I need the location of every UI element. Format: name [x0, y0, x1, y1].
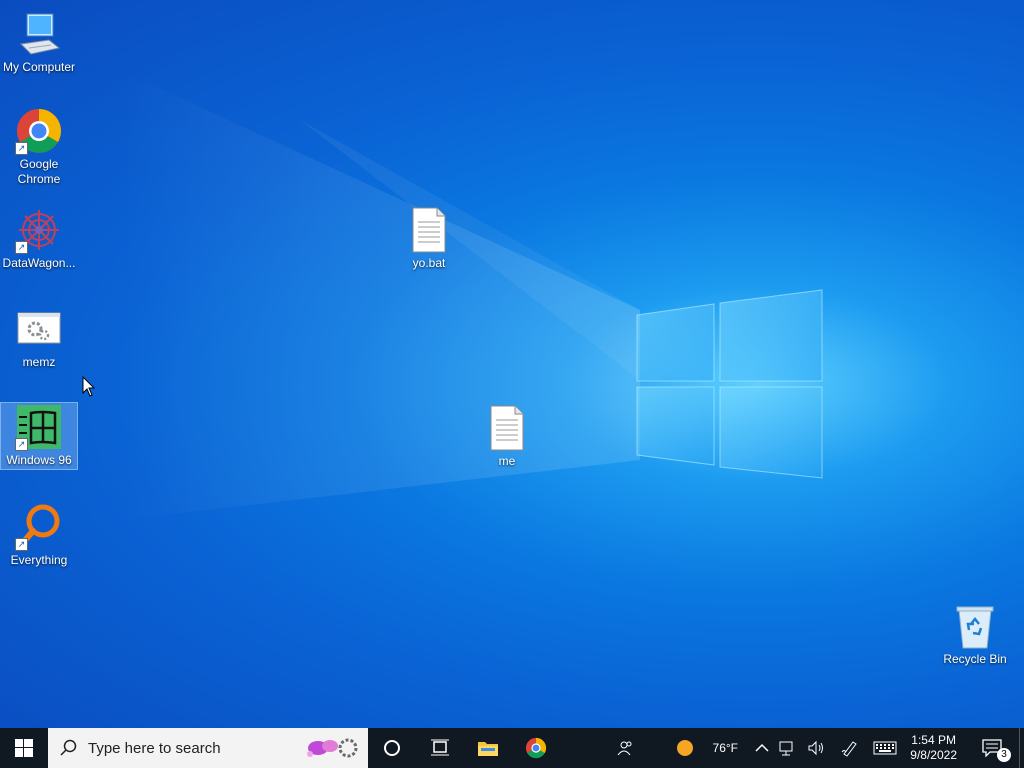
windows-start-icon	[15, 739, 33, 757]
mouse-cursor-icon	[82, 376, 96, 397]
desktop-icon-recycle-bin[interactable]: Recycle Bin	[937, 602, 1013, 667]
notification-count-badge: 3	[997, 748, 1011, 762]
volume-icon	[808, 740, 824, 756]
wallpaper-windows-logo	[120, 70, 823, 520]
desktop-icon-google-chrome[interactable]: ↗ Google Chrome	[1, 107, 77, 187]
search-placeholder: Type here to search	[88, 739, 221, 757]
desktop-icon-label: me	[498, 454, 516, 468]
desktop-icon-label: memz	[22, 355, 56, 369]
show-desktop-button[interactable]	[1019, 728, 1024, 768]
task-view-icon	[431, 739, 449, 756]
chrome-icon: ↗	[15, 107, 63, 155]
cortana-icon	[384, 740, 400, 756]
weather-button[interactable]	[670, 728, 700, 768]
search-highlight-icon	[307, 738, 358, 758]
desktop-icon-label: My Computer	[2, 60, 76, 74]
computer-icon	[15, 10, 63, 58]
touch-keyboard-button[interactable]	[868, 728, 902, 768]
shortcut-arrow-icon: ↗	[15, 241, 28, 254]
chrome-icon	[525, 737, 547, 759]
network-icon	[779, 741, 793, 756]
desktop-icon-label: Windows 96	[6, 453, 72, 467]
desktop-icon-label: Everything	[10, 553, 68, 567]
datawagon-icon: ↗	[15, 206, 63, 254]
sun-icon	[677, 740, 694, 756]
desktop-icon-memz[interactable]: memz	[1, 305, 77, 370]
desktop-icon-me[interactable]: me	[469, 404, 545, 469]
volume-button[interactable]	[802, 728, 830, 768]
desktop-icon-datawagon[interactable]: ↗ DataWagon...	[1, 206, 77, 271]
action-center-button[interactable]: 3	[965, 728, 1019, 768]
desktop-icon-my-computer[interactable]: My Computer	[1, 10, 77, 75]
people-icon	[617, 741, 632, 756]
task-view-button[interactable]	[416, 728, 464, 768]
shortcut-arrow-icon: ↗	[15, 142, 28, 155]
gears-window-icon	[15, 305, 63, 353]
shortcut-arrow-icon: ↗	[15, 538, 28, 551]
chevron-up-icon	[755, 743, 769, 752]
desktop-icon-label: Google Chrome	[17, 157, 61, 186]
file-explorer-icon	[478, 742, 498, 756]
network-button[interactable]	[774, 728, 802, 768]
text-file-icon	[405, 206, 453, 254]
text-file-icon	[483, 404, 531, 452]
cortana-button[interactable]	[368, 728, 416, 768]
pen-workspace-button[interactable]	[836, 728, 864, 768]
desktop-icon-label: Recycle Bin	[943, 652, 1007, 666]
desktop-icon-label: DataWagon...	[2, 256, 76, 270]
start-button[interactable]	[0, 728, 48, 768]
desktop-icon-yo-bat[interactable]: yo.bat	[391, 206, 467, 271]
clock-date: 9/8/2022	[910, 748, 957, 762]
windows96-icon: ↗	[15, 403, 63, 451]
system-tray: 76°F 1:54 PM 9/8/2022 3	[600, 728, 1024, 768]
search-icon	[60, 739, 77, 756]
desktop-icon-windows-96[interactable]: ↗ Windows 96	[0, 402, 78, 470]
shortcut-arrow-icon: ↗	[15, 438, 28, 451]
file-explorer-button[interactable]	[464, 728, 512, 768]
chrome-taskbar-button[interactable]	[512, 728, 560, 768]
show-hidden-icons-button[interactable]	[750, 728, 774, 768]
everything-search-icon: ↗	[15, 503, 63, 551]
taskbar: Type here to search 76°F 1:54 PM 9/8/202…	[0, 728, 1024, 768]
keyboard-icon	[873, 741, 897, 755]
clock-time: 1:54 PM	[911, 733, 956, 747]
taskbar-clock[interactable]: 1:54 PM 9/8/2022	[902, 733, 965, 763]
desktop-icon-everything[interactable]: ↗ Everything	[1, 503, 77, 568]
pen-icon	[841, 741, 857, 757]
people-button[interactable]	[600, 728, 650, 768]
taskbar-search-box[interactable]: Type here to search	[48, 728, 368, 768]
weather-temp[interactable]: 76°F	[700, 728, 750, 768]
desktop-icon-label: yo.bat	[412, 256, 446, 270]
recycle-bin-icon	[951, 602, 999, 650]
